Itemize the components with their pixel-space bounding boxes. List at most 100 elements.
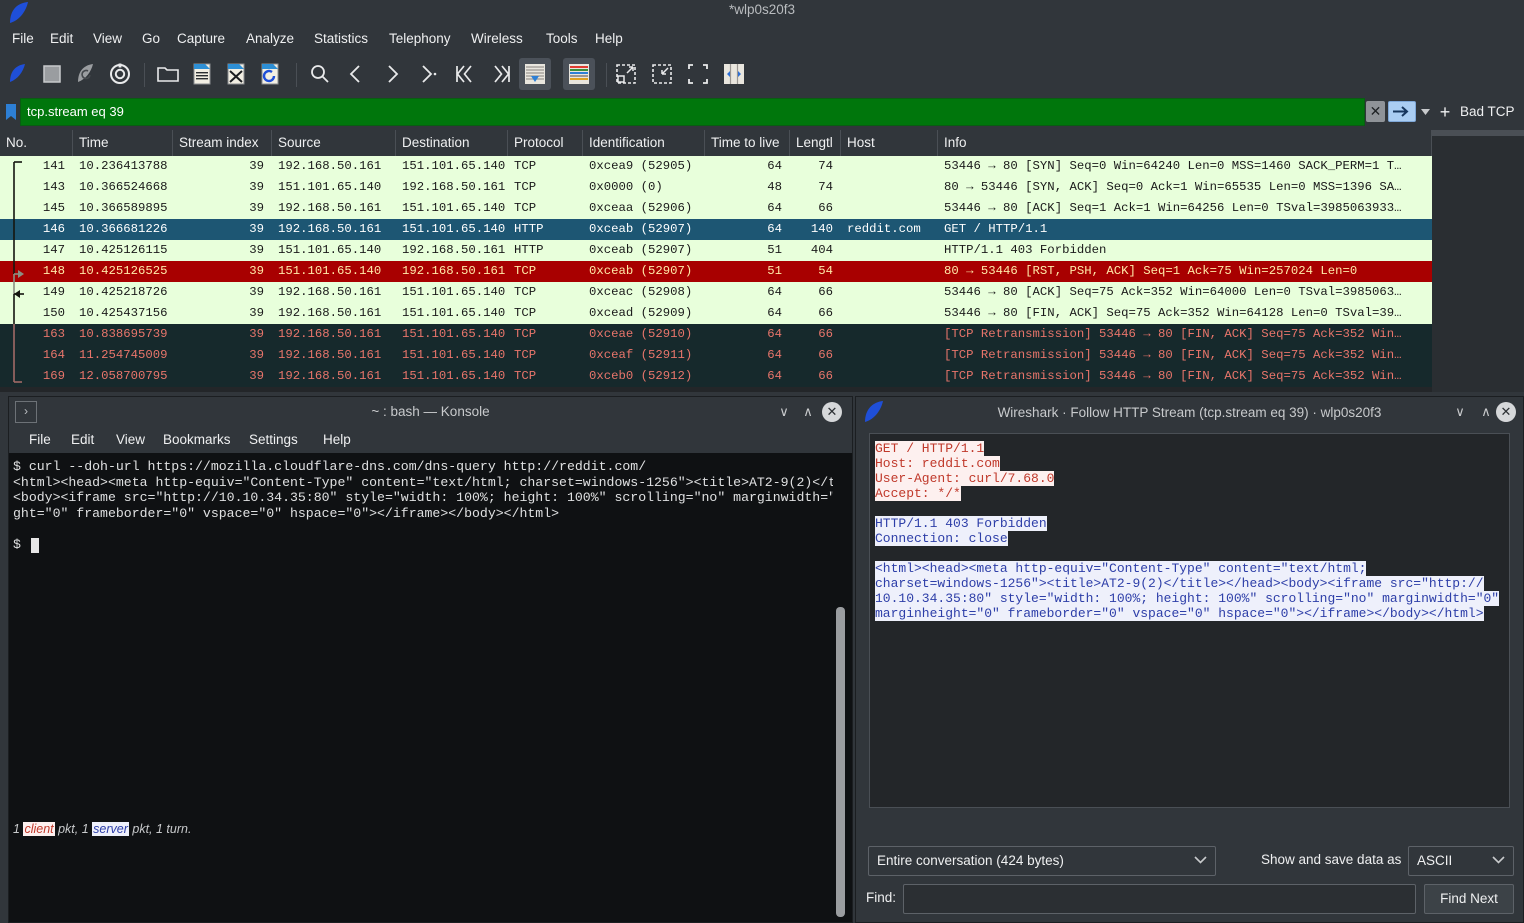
konsole-terminal-output[interactable]: $ curl --doh-url https://mozilla.cloudfl…	[9, 453, 852, 922]
cell-ttl: 64	[705, 198, 782, 219]
konsole-menu-bookmarks[interactable]: Bookmarks	[157, 430, 237, 450]
packet-row[interactable]: 14910.42521872639192.168.50.161151.101.6…	[0, 282, 1432, 303]
column-header-identification[interactable]: Identification	[583, 130, 705, 156]
cell-info: 53446 → 80 [ACK] Seq=75 Ack=352 Win=6400…	[944, 282, 1430, 303]
packet-row[interactable]: 16411.25474500939192.168.50.161151.101.6…	[0, 345, 1432, 366]
go-to-packet-icon[interactable]	[412, 58, 444, 90]
menu-analyze[interactable]: Analyze	[240, 29, 300, 49]
menu-capture[interactable]: Capture	[171, 29, 231, 49]
menu-telephony[interactable]: Telephony	[383, 29, 457, 49]
cell-proto: TCP	[514, 345, 581, 366]
go-forward-icon[interactable]	[376, 58, 408, 90]
close-file-icon[interactable]	[220, 58, 252, 90]
column-header-host[interactable]: Host	[841, 130, 938, 156]
encoding-select[interactable]: ASCII	[1408, 846, 1514, 876]
cell-host	[847, 345, 936, 366]
open-file-icon[interactable]	[152, 58, 184, 90]
stream-line: <html><head><meta http-equiv="Content-Ty…	[875, 561, 1366, 576]
conversation-select[interactable]: Entire conversation (424 bytes)	[868, 846, 1216, 876]
find-next-button[interactable]: Find Next	[1424, 884, 1514, 914]
cell-time: 11.254745009	[79, 345, 171, 366]
menu-statistics[interactable]: Statistics	[308, 29, 374, 49]
go-to-last-packet-icon[interactable]	[486, 58, 518, 90]
konsole-scrollbar-track[interactable]	[833, 453, 851, 922]
clear-filter-button[interactable]: ✕	[1366, 101, 1385, 122]
zoom-reset-icon[interactable]	[682, 58, 714, 90]
konsole-menu-view[interactable]: View	[110, 430, 151, 450]
cell-src: 192.168.50.161	[278, 345, 394, 366]
reload-file-icon[interactable]	[254, 58, 286, 90]
add-filter-button[interactable]: +	[1434, 100, 1456, 124]
colorize-packets-icon[interactable]	[563, 58, 595, 90]
follow-maximize-button[interactable]: ∧	[1476, 402, 1496, 422]
zoom-in-icon[interactable]	[610, 58, 642, 90]
filter-history-chevron-down-icon[interactable]	[1417, 101, 1433, 122]
packet-list-horizontal-scrollbar[interactable]	[1432, 130, 1524, 136]
display-filter-input[interactable]: tcp.stream eq 39	[20, 98, 1365, 126]
column-header-stream-index[interactable]: Stream index	[173, 130, 272, 156]
packet-row[interactable]: 14510.36658989539192.168.50.161151.101.6…	[0, 198, 1432, 219]
column-header-time-to-live[interactable]: Time to live	[705, 130, 790, 156]
konsole-menu-settings[interactable]: Settings	[243, 430, 304, 450]
find-packet-icon[interactable]	[304, 58, 336, 90]
konsole-menu-edit[interactable]: Edit	[65, 430, 100, 450]
resize-columns-icon[interactable]	[718, 58, 750, 90]
cell-proto: TCP	[514, 324, 581, 345]
packet-list[interactable]: No.TimeStream indexSourceDestinationProt…	[0, 130, 1524, 392]
restart-capture-icon[interactable]	[70, 58, 102, 90]
stop-capture-icon[interactable]	[36, 58, 68, 90]
menu-view[interactable]: View	[87, 29, 128, 49]
column-header-destination[interactable]: Destination	[396, 130, 508, 156]
konsole-close-button[interactable]: ✕	[822, 402, 842, 422]
follow-close-button[interactable]: ✕	[1496, 402, 1516, 422]
cell-dst: 151.101.65.140	[402, 366, 506, 387]
packet-row[interactable]: 14710.42512611539151.101.65.140192.168.5…	[0, 240, 1432, 261]
cell-ident: 0xceae (52910)	[589, 324, 703, 345]
follow-minimize-button[interactable]: ∨	[1450, 402, 1470, 422]
packet-row[interactable]: 14610.36668122639192.168.50.161151.101.6…	[0, 219, 1432, 240]
konsole-window[interactable]: › ~ : bash — Konsole ∨ ∧ ✕ File Edit Vie…	[8, 396, 853, 923]
auto-scroll-icon[interactable]	[519, 58, 551, 90]
packet-row[interactable]: 14310.36652466839151.101.65.140192.168.5…	[0, 177, 1432, 198]
filter-bookmark-icon[interactable]	[2, 98, 20, 126]
packet-row[interactable]: 15010.42543715639192.168.50.161151.101.6…	[0, 303, 1432, 324]
filter-toolbar-badtcp[interactable]: Bad TCP	[1460, 101, 1515, 123]
save-file-icon[interactable]	[186, 58, 218, 90]
packet-row[interactable]: 16310.83869573939192.168.50.161151.101.6…	[0, 324, 1432, 345]
menu-help[interactable]: Help	[589, 29, 629, 49]
packet-list-header: No.TimeStream indexSourceDestinationProt…	[0, 130, 1432, 157]
menu-tools[interactable]: Tools	[540, 29, 584, 49]
packet-list-rows[interactable]: 14110.23641378839192.168.50.161151.101.6…	[0, 156, 1432, 387]
apply-filter-button[interactable]	[1388, 101, 1416, 122]
column-header-source[interactable]: Source	[272, 130, 396, 156]
column-header-no[interactable]: No.	[0, 130, 73, 156]
column-header-time[interactable]: Time	[73, 130, 173, 156]
capture-options-icon[interactable]	[104, 58, 136, 90]
packet-row[interactable]: 14810.42512652539151.101.65.140192.168.5…	[0, 261, 1432, 282]
go-to-first-packet-icon[interactable]	[448, 58, 480, 90]
packet-list-empty-area	[1432, 130, 1524, 392]
konsole-minimize-button[interactable]: ∨	[774, 402, 794, 422]
konsole-scrollbar-thumb[interactable]	[836, 607, 845, 917]
start-capture-icon[interactable]	[2, 58, 34, 90]
cell-src: 192.168.50.161	[278, 282, 394, 303]
find-input[interactable]	[903, 884, 1416, 914]
menu-go[interactable]: Go	[136, 29, 166, 49]
go-back-icon[interactable]	[340, 58, 372, 90]
menu-edit[interactable]: Edit	[44, 29, 79, 49]
konsole-menu-file[interactable]: File	[23, 430, 57, 450]
packet-row[interactable]: 14110.23641378839192.168.50.161151.101.6…	[0, 156, 1432, 177]
konsole-maximize-button[interactable]: ∧	[798, 402, 818, 422]
zoom-out-icon[interactable]	[646, 58, 678, 90]
follow-http-stream-window[interactable]: Wireshark · Follow HTTP Stream (tcp.stre…	[855, 396, 1524, 923]
packet-row[interactable]: 16912.05870079539192.168.50.161151.101.6…	[0, 366, 1432, 387]
cell-no: 164	[0, 345, 65, 366]
column-header-info[interactable]: Info	[938, 130, 1432, 156]
column-header-lengtl[interactable]: Lengtl	[790, 130, 841, 156]
column-header-protocol[interactable]: Protocol	[508, 130, 583, 156]
cell-proto: TCP	[514, 366, 581, 387]
menu-wireless[interactable]: Wireless	[465, 29, 529, 49]
follow-stream-text[interactable]: GET / HTTP/1.1Host: reddit.comUser-Agent…	[869, 433, 1510, 808]
menu-file[interactable]: File	[6, 29, 40, 49]
konsole-menu-help[interactable]: Help	[317, 430, 357, 450]
